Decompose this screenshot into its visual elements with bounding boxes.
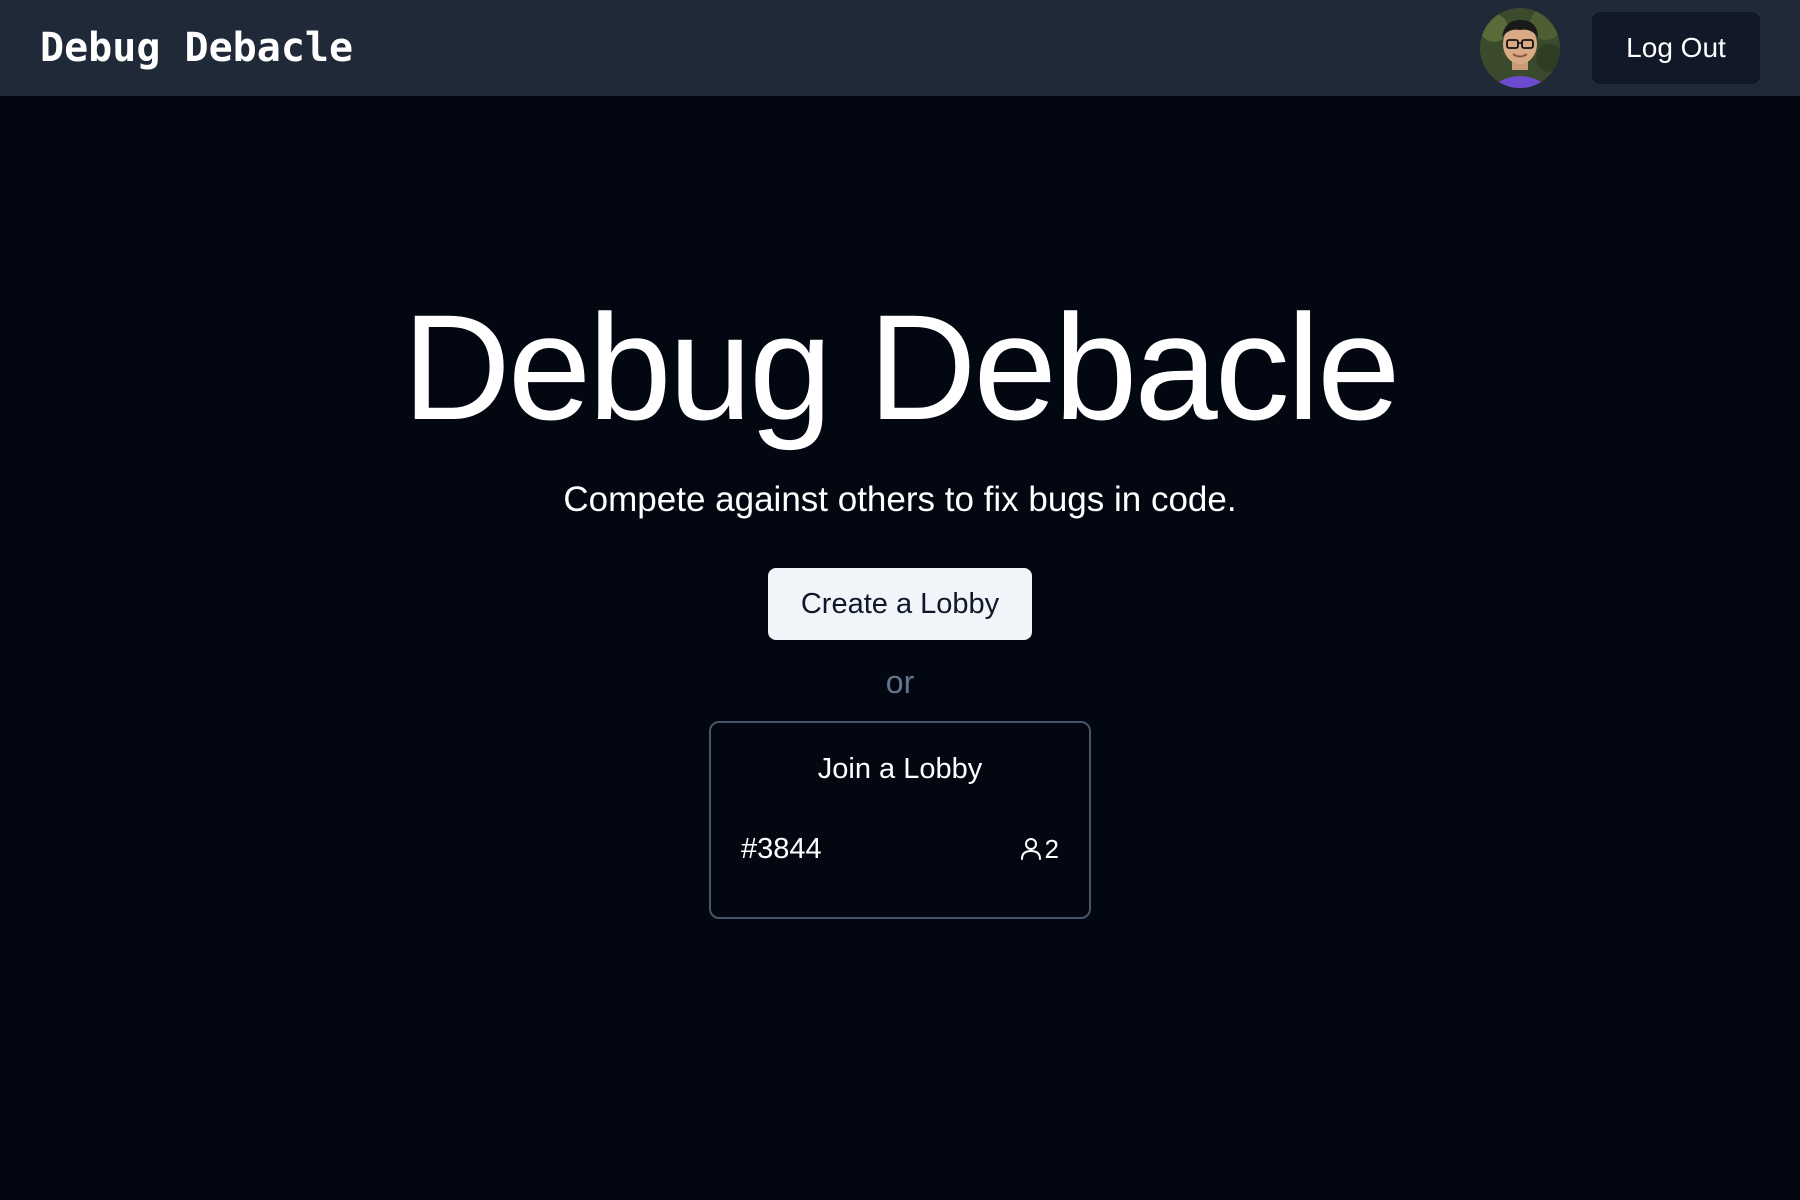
- brand-logo-text[interactable]: Debug Debacle: [40, 22, 353, 74]
- or-separator: or: [885, 664, 915, 700]
- join-lobby-card: Join a Lobby #3844 2: [709, 721, 1091, 919]
- logout-button[interactable]: Log Out: [1592, 12, 1760, 84]
- avatar-image: [1480, 8, 1560, 88]
- lobby-id: #3844: [741, 833, 822, 865]
- join-lobby-title: Join a Lobby: [817, 753, 983, 785]
- page-title: Debug Debacle: [402, 283, 1400, 451]
- lobby-player-count-value: 2: [1044, 834, 1059, 864]
- create-lobby-button[interactable]: Create a Lobby: [768, 568, 1032, 640]
- top-navbar: Debug Debacle Log Out: [0, 0, 1800, 96]
- lobby-player-count: 2: [1020, 829, 1059, 869]
- lobby-list-item[interactable]: #3844 2: [741, 829, 1059, 869]
- user-icon: [1020, 838, 1041, 860]
- page-subtitle: Compete against others to fix bugs in co…: [563, 480, 1237, 519]
- user-avatar[interactable]: [1480, 8, 1560, 88]
